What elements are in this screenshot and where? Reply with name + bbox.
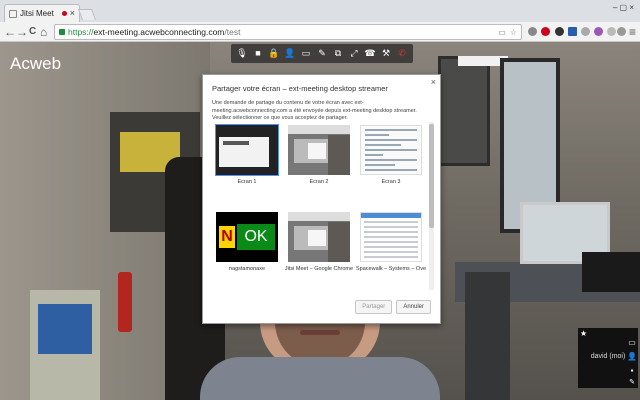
share-source-item[interactable]: Écran 2 — [284, 125, 354, 185]
browser-tab[interactable]: Jitsi Meet × — [4, 4, 80, 22]
share-source-item[interactable]: Spacewalk – Systems – Over... — [356, 212, 426, 272]
moderator-star-icon: ★ — [580, 329, 588, 338]
share-source-item[interactable]: Écran 3 — [356, 125, 426, 185]
source-preview-thumbnail — [215, 124, 279, 176]
extension-icon[interactable] — [541, 27, 550, 36]
settings-icon[interactable]: ⚒ — [380, 48, 392, 60]
fire-extinguisher — [118, 272, 132, 332]
source-preview-thumbnail — [360, 212, 422, 262]
new-tab-button[interactable] — [77, 9, 97, 20]
source-preview-thumbnail — [288, 125, 350, 175]
window-controls[interactable]: – ▢ × — [613, 3, 634, 12]
background-rack — [465, 272, 510, 400]
background-box — [30, 290, 100, 400]
address-bar[interactable]: https://ext-meeting.acwebconnecting.com/… — [54, 24, 522, 40]
url-text: https://ext-meeting.acwebconnecting.com/… — [68, 27, 241, 37]
etherpad-icon[interactable]: ✎ — [316, 48, 328, 60]
source-label: Spacewalk – Systems – Over... — [356, 266, 426, 272]
cancel-button[interactable]: Annuler — [396, 300, 431, 314]
dialog-description: Une demande de partage du contenu de vot… — [212, 100, 417, 121]
sip-call-icon[interactable]: ☎ — [364, 48, 376, 60]
edit-name-icon[interactable]: ✎ — [629, 378, 635, 386]
browser-tabstrip: Jitsi Meet × – ▢ × — [0, 0, 640, 22]
secure-lock-icon — [59, 29, 65, 35]
microphone-icon[interactable]: 🎙 — [236, 48, 248, 60]
source-label: nagstamonaxe — [228, 266, 266, 272]
desktop-share-icon[interactable]: ⧉ — [332, 48, 344, 60]
home-button[interactable]: ⌂ — [40, 24, 47, 40]
background-window — [438, 56, 490, 166]
extension-icon[interactable] — [594, 27, 603, 36]
tab-title: Jitsi Meet — [20, 9, 54, 18]
extension-icon[interactable] — [555, 27, 564, 36]
settings-icon[interactable]: ▪ — [627, 366, 637, 376]
extension-icon[interactable] — [568, 27, 577, 36]
background-monitor — [582, 252, 640, 292]
extension-icon[interactable] — [617, 27, 626, 36]
back-button[interactable]: ← — [4, 24, 16, 40]
share-source-item[interactable]: N OK nagstamonaxe — [212, 212, 282, 272]
chat-icon[interactable]: ▭ — [627, 338, 637, 348]
source-label: Écran 2 — [309, 179, 329, 185]
source-grid: Écran 1 Écran 2 Écran 3 N OK nagstamonaxe Jits… — [210, 122, 428, 290]
room-name: Acweb — [10, 54, 62, 73]
bookmark-star-icon[interactable]: ☆ — [510, 28, 517, 37]
dialog-close-icon[interactable]: × — [431, 77, 436, 87]
share-source-item[interactable]: Écran 1 — [212, 124, 282, 185]
hangup-icon[interactable]: ✆ — [396, 48, 408, 60]
browser-toolbar: ← → C ⌂ https://ext-meeting.acwebconnect… — [0, 22, 640, 42]
source-label: Écran 3 — [381, 179, 401, 185]
source-grid-scrollbar[interactable] — [429, 122, 434, 290]
tab-close-icon[interactable]: × — [70, 9, 75, 18]
source-preview-thumbnail: N OK — [216, 212, 278, 262]
source-preview-thumbnail — [360, 125, 422, 175]
invite-icon[interactable]: 👤 — [284, 48, 296, 60]
dialog-title: Partager votre écran – ext-meeting deskt… — [212, 84, 388, 93]
page-icon — [9, 9, 17, 18]
forward-button[interactable]: → — [16, 24, 28, 40]
camera-icon[interactable]: ■ — [252, 48, 264, 60]
source-preview-thumbnail — [288, 212, 350, 262]
contact-list-icon[interactable]: 👤 — [627, 352, 637, 362]
extension-icon[interactable] — [528, 27, 537, 36]
nagstamon-logo: N — [219, 226, 235, 248]
browser-menu-button[interactable]: ≡ — [629, 24, 636, 40]
source-label: Écran 1 — [237, 179, 257, 185]
fullscreen-icon[interactable]: ⤢ — [348, 48, 360, 60]
extension-icon[interactable] — [581, 27, 590, 36]
camera-indicator-icon[interactable]: ▭ — [498, 28, 506, 37]
share-source-item[interactable]: Jitsi Meet – Google Chrome — [284, 212, 354, 272]
extension-icon[interactable] — [607, 27, 616, 36]
reload-button[interactable]: C — [29, 24, 36, 40]
recording-icon — [61, 11, 67, 16]
share-button[interactable]: Partager — [355, 300, 393, 314]
meeting-toolbar: 🎙 ■ 🔒 👤 ▭ ✎ ⧉ ⤢ ☎ ⚒ ✆ — [231, 44, 413, 63]
share-screen-dialog: × Partager votre écran – ext-meeting des… — [202, 74, 441, 324]
chat-icon[interactable]: ▭ — [300, 48, 312, 60]
lock-icon[interactable]: 🔒 — [268, 48, 280, 60]
side-panel-icons: ▭ 👤 ▪ — [627, 338, 639, 376]
source-label: Jitsi Meet – Google Chrome — [284, 266, 354, 272]
status-ok-badge: OK — [237, 224, 275, 250]
